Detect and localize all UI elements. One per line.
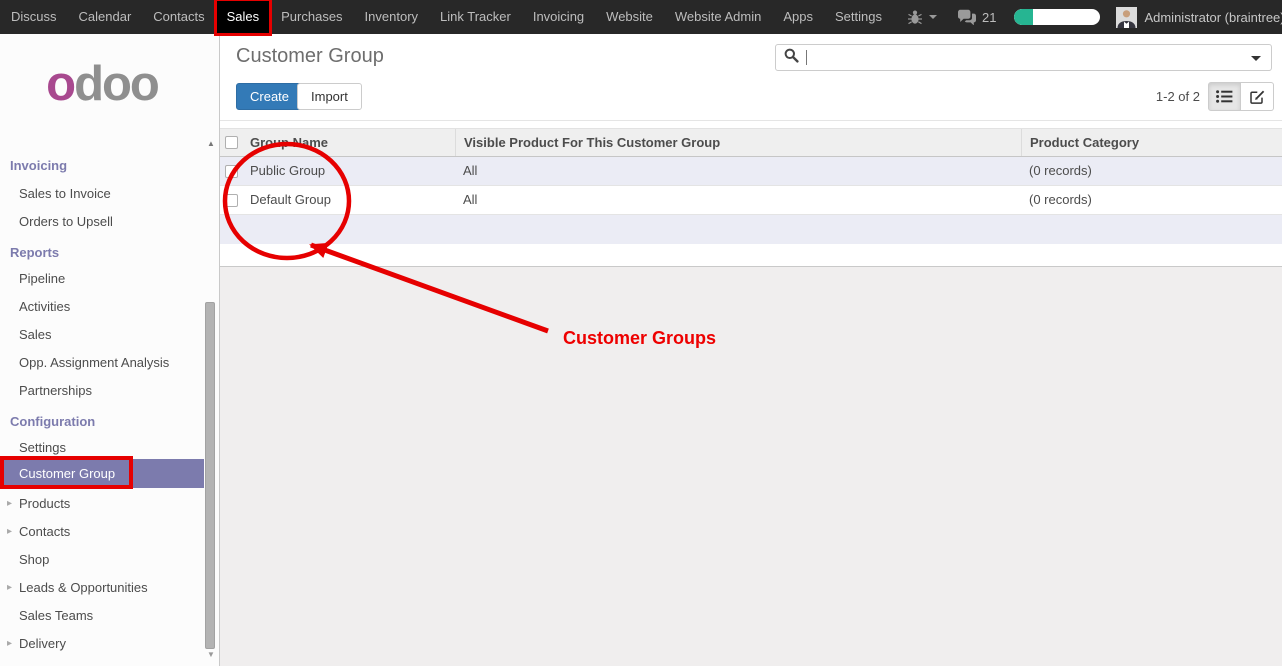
table-row[interactable]: Default Group All (0 records) — [220, 186, 1282, 215]
cell-visible-product: All — [455, 157, 1021, 185]
nav-item-inventory[interactable]: Inventory — [354, 0, 429, 34]
list-view-panel: Customer Group Create Import 1-2 of 2 — [220, 34, 1282, 267]
nav-item-link-tracker[interactable]: Link Tracker — [429, 0, 522, 34]
top-navbar: Discuss Calendar Contacts Sales Purchase… — [0, 0, 1282, 34]
sidebar-item-activities[interactable]: Activities — [0, 293, 204, 321]
search-dropdown-caret-icon[interactable] — [1251, 56, 1261, 61]
sidebar-section-configuration: Configuration — [0, 408, 204, 436]
import-button[interactable]: Import — [297, 83, 362, 110]
messages-icon[interactable] — [957, 9, 977, 25]
user-avatar[interactable] — [1116, 7, 1137, 28]
column-header-group-name[interactable]: Group Name — [242, 129, 455, 156]
chevron-right-icon: ▸ — [7, 490, 12, 518]
progress-fill — [1014, 9, 1033, 25]
cell-product-category: (0 records) — [1021, 157, 1282, 185]
main-content: Customer Group Create Import 1-2 of 2 — [220, 34, 1282, 666]
row-checkbox[interactable] — [225, 194, 238, 207]
cell-product-category: (0 records) — [1021, 186, 1282, 214]
search-input[interactable] — [775, 44, 1272, 71]
customer-group-table: Group Name Visible Product For This Cust… — [220, 128, 1282, 267]
page-title: Customer Group — [236, 45, 384, 68]
sidebar-item-opp-assignment-analysis[interactable]: Opp. Assignment Analysis — [0, 349, 204, 377]
nav-item-settings[interactable]: Settings — [824, 0, 893, 34]
sidebar-scrollbar-thumb[interactable] — [205, 302, 215, 649]
nav-item-sales[interactable]: Sales — [216, 0, 271, 34]
sidebar-item-delivery[interactable]: ▸Delivery — [0, 630, 204, 658]
nav-item-website[interactable]: Website — [595, 0, 664, 34]
table-filler-row — [220, 244, 1282, 267]
table-filler-row — [220, 215, 1282, 244]
nav-item-contacts[interactable]: Contacts — [142, 0, 215, 34]
sidebar-item-pipeline[interactable]: Pipeline — [0, 265, 204, 293]
sidebar-item-customer-group[interactable]: Customer Group — [0, 459, 204, 488]
sidebar-item-sales-teams[interactable]: Sales Teams — [0, 602, 204, 630]
sidebar: odoo Invoicing Sales to Invoice Orders t… — [0, 34, 220, 666]
cell-group-name: Default Group — [242, 186, 455, 214]
form-view-button[interactable] — [1241, 82, 1274, 111]
user-menu[interactable]: Administrator (braintree) — [1144, 10, 1282, 25]
scroll-down-icon[interactable]: ▼ — [204, 650, 218, 659]
list-view-button[interactable] — [1208, 82, 1241, 111]
nav-item-discuss[interactable]: Discuss — [0, 0, 68, 34]
column-header-visible-product[interactable]: Visible Product For This Customer Group — [455, 129, 1021, 156]
sidebar-item-sales-to-invoice[interactable]: Sales to Invoice — [0, 180, 204, 208]
table-row[interactable]: Public Group All (0 records) — [220, 157, 1282, 186]
chevron-right-icon: ▸ — [7, 630, 12, 658]
sidebar-item-contacts[interactable]: ▸Contacts — [0, 518, 204, 546]
column-header-product-category[interactable]: Product Category — [1021, 129, 1282, 156]
list-view-icon — [1216, 90, 1233, 103]
chevron-right-icon: ▸ — [7, 518, 12, 546]
pager-range: 1-2 of 2 — [1156, 89, 1200, 104]
cell-visible-product: All — [455, 186, 1021, 214]
sidebar-item-settings[interactable]: Settings — [0, 434, 204, 462]
sidebar-item-products[interactable]: ▸Products — [0, 490, 204, 518]
sidebar-item-leads-opportunities[interactable]: ▸Leads & Opportunities — [0, 574, 204, 602]
table-header-row: Group Name Visible Product For This Cust… — [220, 128, 1282, 157]
sidebar-item-partnerships[interactable]: Partnerships — [0, 377, 204, 405]
view-switcher — [1208, 82, 1274, 111]
sidebar-section-invoicing: Invoicing — [0, 152, 204, 180]
navbar-right-tools: 21 Administrator (braintree) — [893, 7, 1282, 28]
cell-group-name: Public Group — [242, 157, 455, 185]
debug-caret-down-icon[interactable] — [929, 15, 937, 19]
sidebar-section-reports: Reports — [0, 239, 204, 267]
odoo-logo: odoo — [0, 56, 204, 112]
scroll-up-icon[interactable]: ▲ — [204, 139, 218, 148]
debug-bug-icon[interactable] — [907, 9, 923, 25]
nav-item-purchases[interactable]: Purchases — [270, 0, 353, 34]
sidebar-item-sales[interactable]: Sales — [0, 321, 204, 349]
search-icon — [784, 48, 799, 68]
row-checkbox[interactable] — [225, 165, 238, 178]
form-view-icon — [1250, 90, 1265, 104]
nav-item-website-admin[interactable]: Website Admin — [664, 0, 772, 34]
sidebar-item-shop[interactable]: Shop — [0, 546, 204, 574]
text-cursor — [806, 50, 807, 65]
message-count-badge: 21 — [982, 10, 996, 25]
progress-pill — [1014, 9, 1100, 25]
nav-item-invoicing[interactable]: Invoicing — [522, 0, 595, 34]
nav-item-calendar[interactable]: Calendar — [68, 0, 143, 34]
chevron-right-icon: ▸ — [7, 574, 12, 602]
sidebar-item-orders-to-upsell[interactable]: Orders to Upsell — [0, 208, 204, 236]
select-all-checkbox[interactable] — [225, 136, 238, 149]
nav-item-apps[interactable]: Apps — [772, 0, 824, 34]
control-panel-divider — [220, 120, 1282, 121]
create-button[interactable]: Create — [236, 83, 303, 110]
